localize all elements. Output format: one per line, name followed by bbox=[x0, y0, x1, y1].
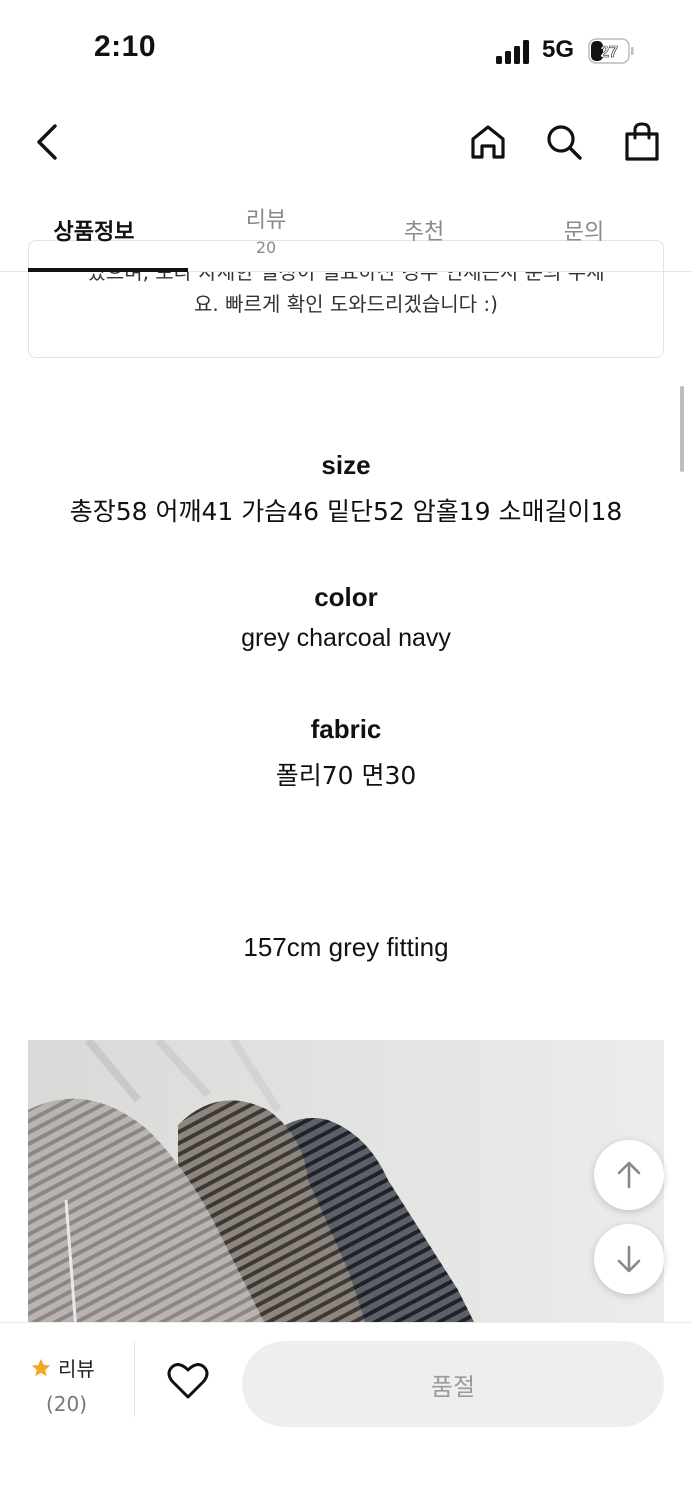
back-button[interactable] bbox=[26, 120, 70, 164]
bottom-action-bar: 리뷰 (20) 품절 bbox=[0, 1322, 692, 1500]
wishlist-button[interactable] bbox=[164, 1357, 212, 1405]
product-detail-page: 2:10 5G 27 있으며, 보다 자세한 설정이 필요하신 경우 연세든지 … bbox=[0, 0, 692, 1500]
tab-label: 추천 bbox=[403, 220, 445, 245]
color-title: color bbox=[314, 582, 378, 612]
arrow-down-icon bbox=[617, 1245, 641, 1273]
scroll-bottom-button[interactable] bbox=[594, 1224, 664, 1294]
top-nav bbox=[0, 110, 692, 180]
tab-recommend[interactable]: 추천 bbox=[344, 214, 504, 296]
review-summary-button[interactable]: 리뷰 (20) bbox=[30, 1353, 130, 1423]
chevron-left-icon bbox=[37, 124, 57, 160]
soldout-button[interactable]: 품절 bbox=[242, 1341, 664, 1427]
review-count: (20) bbox=[46, 1392, 88, 1416]
size-title: size bbox=[321, 450, 371, 480]
tab-label: 상품정보 bbox=[53, 220, 135, 245]
arrow-up-icon bbox=[617, 1161, 641, 1189]
status-time: 2:10 bbox=[94, 30, 157, 63]
search-button[interactable] bbox=[542, 120, 586, 164]
home-icon bbox=[471, 125, 505, 159]
star-icon bbox=[31, 1358, 51, 1376]
status-bar: 2:10 5G 27 bbox=[0, 0, 692, 100]
heart-icon bbox=[167, 1363, 209, 1399]
battery-level: 27 bbox=[600, 44, 618, 61]
active-tab-indicator bbox=[28, 268, 188, 272]
tab-label: 문의 bbox=[563, 220, 605, 245]
tab-product-info[interactable]: 상품정보 bbox=[14, 214, 174, 296]
color-value: grey charcoal navy bbox=[241, 624, 451, 652]
tab-inquiry[interactable]: 문의 bbox=[504, 214, 664, 296]
size-value: 총장58 어깨41 가슴46 밑단52 암홀19 소매길이18 bbox=[69, 497, 623, 526]
signal-icon bbox=[496, 40, 529, 64]
tab-label: 리뷰 bbox=[245, 208, 287, 233]
divider bbox=[134, 1341, 135, 1417]
shopping-bag-icon bbox=[625, 122, 659, 161]
review-label: 리뷰 bbox=[58, 1357, 95, 1381]
tab-review[interactable]: 리뷰 20 bbox=[186, 202, 346, 284]
fabric-value: 폴리70 면30 bbox=[275, 761, 417, 790]
fabric-title: fabric bbox=[310, 714, 382, 744]
search-icon bbox=[547, 125, 582, 160]
fitting-caption: 157cm grey fitting bbox=[243, 932, 449, 962]
product-photo bbox=[28, 1040, 664, 1330]
tab-review-count: 20 bbox=[255, 238, 277, 257]
product-tabs: 상품정보 리뷰 20 추천 문의 bbox=[0, 190, 692, 272]
network-label: 5G bbox=[542, 36, 575, 63]
scroll-top-button[interactable] bbox=[594, 1140, 664, 1210]
cart-button[interactable] bbox=[620, 120, 664, 164]
battery-icon: 27 bbox=[588, 38, 634, 64]
home-button[interactable] bbox=[466, 120, 510, 164]
